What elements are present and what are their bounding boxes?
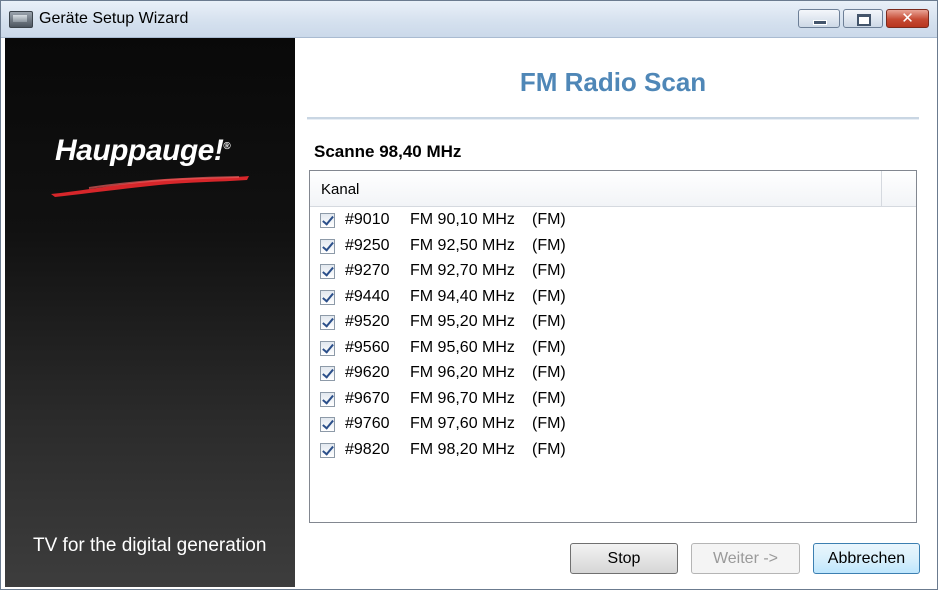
channel-frequency: FM 98,20 MHz [410,440,515,458]
tv-tuner-app-icon [9,11,33,28]
channel-id: #9520 [345,313,390,330]
list-item[interactable]: #9560 FM 95,60 MHz (FM) [310,337,916,363]
channel-checkbox[interactable] [320,289,335,305]
channel-frequency: FM 92,70 MHz [410,262,515,279]
channel-list[interactable]: Kanal #9010 FM 90,10 MHz (FM) #9250 FM 92,50… [309,170,917,523]
list-item[interactable]: #9520 FM 95,20 MHz (FM) [310,311,916,337]
channel-frequency: FM 95,20 MHz [410,313,515,330]
channel-checkbox[interactable] [320,315,335,330]
channel-frequency: FM 92,50 MHz [410,236,515,254]
logo-swoosh-icon [51,176,249,197]
channel-id: #9270 [345,262,390,279]
channel-checkbox[interactable] [320,213,335,228]
list-item[interactable]: #9760 FM 97,60 MHz (FM) [310,413,916,439]
page-title: FM Radio Scan [519,67,707,97]
title-bar[interactable]: Geräte Setup Wizard ✕ [1,1,937,38]
minimize-icon [813,20,827,25]
close-icon: ✕ [901,9,914,27]
maximize-button[interactable] [843,9,883,28]
channel-checkbox[interactable] [320,366,335,381]
channel-checkbox[interactable] [320,417,335,432]
list-item[interactable]: #9250 FM 92,50 MHz (FM) [310,235,916,261]
channel-rows: #9010 FM 90,10 MHz (FM) #9250 FM 92,50 MHz (F… [310,209,916,464]
hauppauge-logo: Hauppauge!® [55,134,231,167]
channel-id: #9440 [345,287,390,305]
list-item[interactable]: #9270 FM 92,70 MHz (FM) [310,260,916,286]
channel-checkbox[interactable] [320,340,335,356]
setup-wizard-window: Geräte Setup Wizard ✕ Hauppauge!® TV for… [0,0,938,590]
scan-status: Scanne 98,40 MHz [314,142,462,161]
channel-type: (FM) [532,415,566,432]
list-item[interactable]: #9820 FM 98,20 MHz (FM) [310,439,916,465]
channel-id: #9560 [345,338,390,356]
channel-id: #9820 [345,440,390,458]
channel-type: (FM) [532,440,566,458]
channel-checkbox[interactable] [320,238,335,254]
channel-frequency: FM 97,60 MHz [410,415,515,432]
column-header-kanal[interactable]: Kanal [310,171,882,206]
list-item[interactable]: #9010 FM 90,10 MHz (FM) [310,209,916,235]
channel-type: (FM) [532,364,566,381]
title-separator [307,117,919,120]
channel-checkbox[interactable] [320,442,335,458]
list-header: Kanal [310,171,916,207]
stop-button[interactable]: Stop [570,543,678,574]
channel-id: #9620 [345,364,390,381]
channel-type: (FM) [532,262,566,279]
maximize-icon [857,14,871,26]
channel-type: (FM) [532,236,566,254]
next-button[interactable]: Weiter -> [691,543,800,574]
minimize-button[interactable] [798,9,840,28]
channel-id: #9760 [345,415,390,432]
channel-type: (FM) [532,287,566,305]
channel-type: (FM) [532,313,566,330]
channel-frequency: FM 94,40 MHz [410,287,515,305]
close-button[interactable]: ✕ [886,9,929,28]
channel-type: (FM) [532,338,566,356]
brand-tagline: TV for the digital generation [33,535,267,556]
channel-type: (FM) [532,389,566,407]
channel-type: (FM) [532,211,566,228]
channel-checkbox[interactable] [320,264,335,279]
channel-frequency: FM 90,10 MHz [410,211,515,228]
brand-panel: Hauppauge!® TV for the digital generatio… [5,38,295,587]
list-item[interactable]: #9670 FM 96,70 MHz (FM) [310,388,916,414]
list-item[interactable]: #9440 FM 94,40 MHz (FM) [310,286,916,312]
cancel-button[interactable]: Abbrechen [813,543,920,574]
channel-frequency: FM 95,60 MHz [410,338,515,356]
channel-frequency: FM 96,70 MHz [410,389,515,407]
channel-checkbox[interactable] [320,391,335,407]
list-item[interactable]: #9620 FM 96,20 MHz (FM) [310,362,916,388]
channel-id: #9250 [345,236,390,254]
channel-id: #9010 [345,211,390,228]
channel-frequency: FM 96,20 MHz [410,364,515,381]
channel-id: #9670 [345,389,390,407]
window-title: Geräte Setup Wizard [39,10,189,27]
